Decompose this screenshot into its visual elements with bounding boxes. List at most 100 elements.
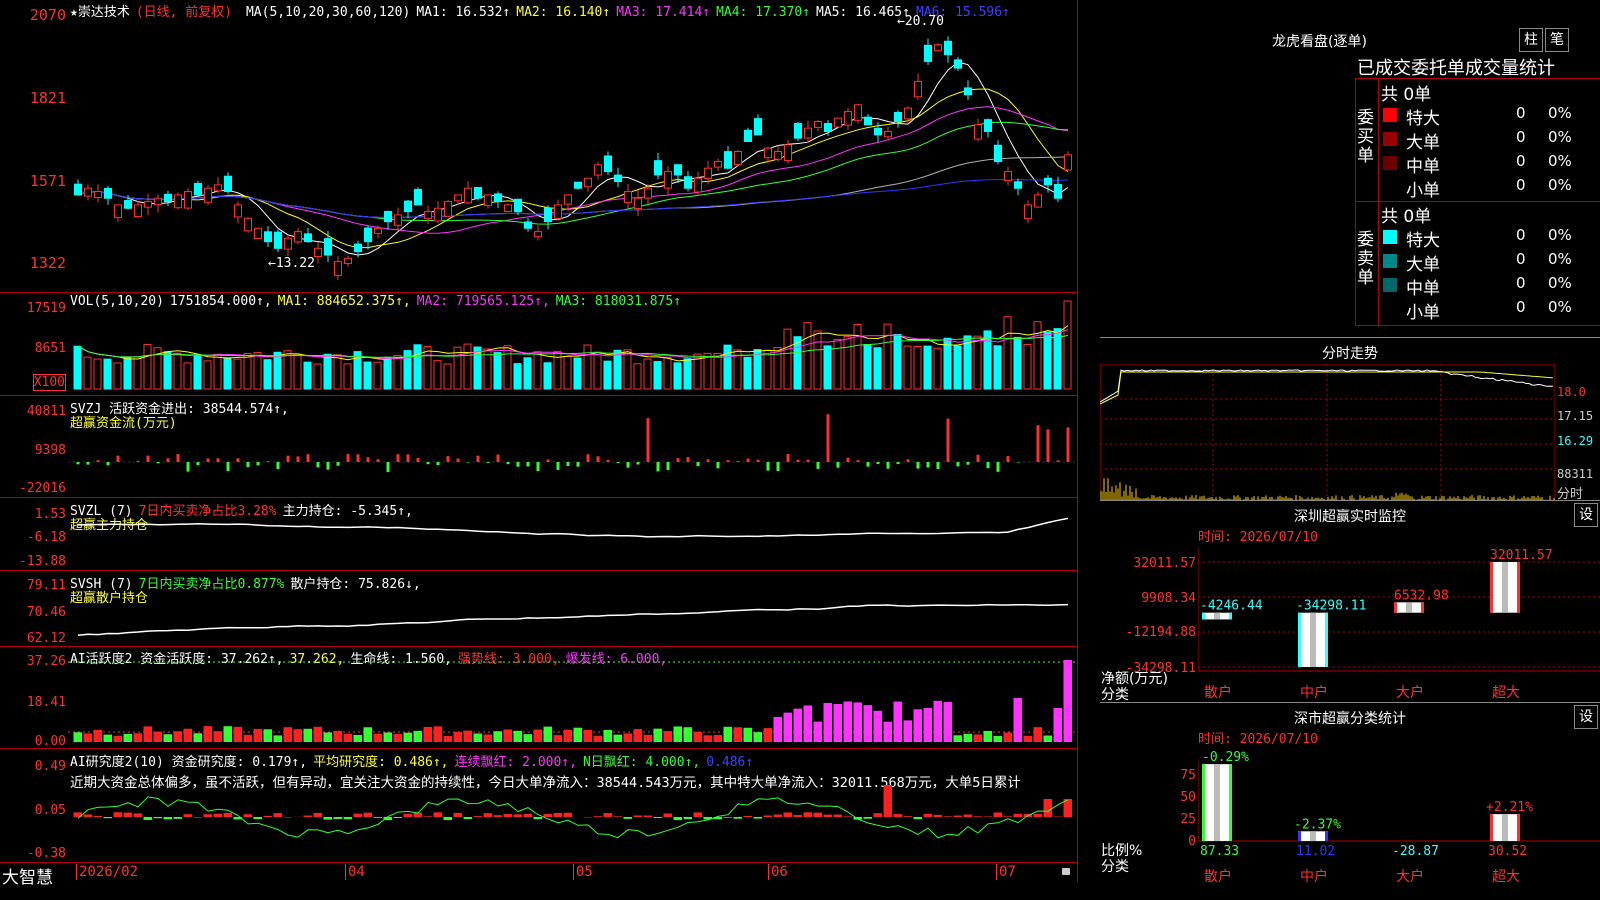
candle-body bbox=[104, 187, 112, 199]
candle-body bbox=[134, 204, 142, 217]
category-label: 中户 bbox=[1300, 868, 1328, 883]
activity-bar bbox=[743, 727, 752, 742]
activity-bar bbox=[293, 729, 302, 742]
date-label: 07 bbox=[996, 864, 1016, 880]
candle-body bbox=[124, 199, 132, 209]
bar-edge bbox=[1202, 764, 1205, 841]
date-bar: 大智慧 2026/02 04 05 06 07 bbox=[0, 862, 1077, 888]
volume-bar bbox=[313, 363, 322, 390]
research-bar bbox=[633, 815, 642, 817]
retail-holding-chart[interactable] bbox=[68, 570, 1077, 646]
bar-value: 32011.57 bbox=[1490, 548, 1553, 563]
activity-bar bbox=[703, 735, 712, 742]
volume-bar bbox=[513, 363, 522, 390]
candle-body bbox=[804, 127, 812, 139]
candle-body bbox=[434, 207, 442, 222]
activity-bar bbox=[523, 734, 532, 742]
activity-bar bbox=[653, 728, 662, 742]
order-type-label: 小单 bbox=[1406, 303, 1440, 323]
fenshi-panel[interactable]: 分时走势 18.0 17.15 16.29 88311 分时 bbox=[1100, 337, 1600, 502]
order-count: 0 bbox=[1516, 274, 1526, 292]
activity-bar bbox=[1063, 660, 1072, 742]
candle-body bbox=[854, 104, 862, 121]
volume-bar bbox=[333, 354, 342, 390]
order-percent: 0% bbox=[1548, 226, 1572, 244]
candle-body bbox=[384, 210, 392, 223]
stats-bar-chart[interactable]: -0.29% 87.33 散户 -2.37% 11.02 中户 -28.87 大户 +2.21%… bbox=[1198, 749, 1600, 883]
lock-icon[interactable] bbox=[1062, 868, 1070, 875]
bar-shade bbox=[1214, 764, 1220, 841]
candle-body bbox=[224, 175, 232, 193]
flow-bar bbox=[716, 462, 720, 469]
flow-bar bbox=[376, 459, 380, 462]
research-bar bbox=[133, 813, 142, 817]
volume-bar bbox=[923, 345, 932, 390]
lhb-tabs[interactable]: 已成交委托单成交量统计 bbox=[1357, 54, 1555, 80]
research-chart[interactable] bbox=[68, 748, 1077, 862]
activity-bar bbox=[603, 729, 612, 742]
tick-mode-button[interactable]: 笔 bbox=[1545, 28, 1569, 52]
research-bar bbox=[623, 817, 632, 819]
order-count: 0 bbox=[1516, 250, 1526, 268]
monitor-tick: 9908.34 bbox=[1141, 591, 1196, 606]
candle-body bbox=[624, 191, 632, 203]
flow-bar bbox=[486, 462, 490, 463]
svzj-axis: 40811 9398 -22016 bbox=[0, 395, 66, 497]
activity-bar bbox=[223, 726, 232, 742]
volume-bar bbox=[783, 328, 792, 390]
research-bar bbox=[453, 812, 462, 817]
monitor-settings-button[interactable]: 设 bbox=[1574, 503, 1598, 527]
ai2-tick: -0.38 bbox=[26, 846, 66, 861]
flow-bar bbox=[936, 462, 940, 470]
research-bar bbox=[523, 814, 532, 817]
activity-bar bbox=[723, 726, 732, 742]
low-value: 13.22 bbox=[275, 256, 315, 271]
monitor-bar-chart[interactable]: -4246.44 散户 -34298.11 中户 6532.98 大户 32011.57 超大 bbox=[1198, 547, 1600, 702]
volume-chart[interactable] bbox=[68, 292, 1077, 395]
flow-bar bbox=[116, 455, 120, 462]
price-axis: 2070 1821 1571 1322 bbox=[0, 0, 66, 292]
main-holding-line bbox=[77, 517, 1069, 538]
volume-bar bbox=[813, 330, 822, 390]
candle-body bbox=[364, 227, 372, 243]
volume-bar bbox=[623, 349, 632, 390]
flow-bar bbox=[846, 457, 850, 462]
research-bar bbox=[303, 815, 312, 817]
ai1-axis: 37.26 18.41 0.00 bbox=[0, 646, 66, 749]
research-bar bbox=[543, 813, 552, 817]
research-bar bbox=[693, 812, 702, 817]
volume-bar bbox=[563, 356, 572, 390]
flow-bar bbox=[906, 459, 910, 462]
activity-bar bbox=[203, 726, 212, 742]
intraday-chart[interactable] bbox=[1100, 364, 1555, 500]
activity-bar bbox=[663, 731, 672, 742]
activity-bar bbox=[1023, 735, 1032, 742]
activity-bar bbox=[323, 732, 332, 742]
activity-bar bbox=[313, 726, 322, 742]
bar-edge bbox=[1298, 831, 1301, 841]
ai2-tick: 0.05 bbox=[34, 803, 66, 818]
candle-body bbox=[774, 151, 782, 160]
candle-body bbox=[534, 231, 542, 238]
research-bar bbox=[363, 812, 372, 817]
fund-flow-chart[interactable] bbox=[68, 395, 1077, 497]
research-bar bbox=[433, 812, 442, 817]
activity-chart[interactable] bbox=[68, 646, 1077, 748]
stats-settings-button[interactable]: 设 bbox=[1574, 705, 1598, 729]
candlestick-chart[interactable] bbox=[68, 0, 1077, 292]
candle-body bbox=[754, 118, 762, 136]
top-label: -2.37% bbox=[1294, 817, 1341, 832]
research-bar bbox=[823, 814, 832, 817]
order-type-label: 特大 bbox=[1406, 231, 1440, 251]
activity-bar bbox=[143, 726, 152, 742]
candle-body bbox=[264, 231, 272, 243]
activity-bar bbox=[453, 731, 462, 742]
activity-bar bbox=[493, 731, 502, 742]
research-bar bbox=[323, 817, 332, 820]
flow-bar bbox=[616, 462, 620, 464]
activity-bar bbox=[273, 735, 282, 742]
bar-mode-button[interactable]: 柱 bbox=[1519, 28, 1543, 52]
candle-body bbox=[1014, 181, 1022, 189]
research-bar bbox=[443, 817, 452, 821]
main-holding-chart[interactable] bbox=[68, 497, 1077, 570]
